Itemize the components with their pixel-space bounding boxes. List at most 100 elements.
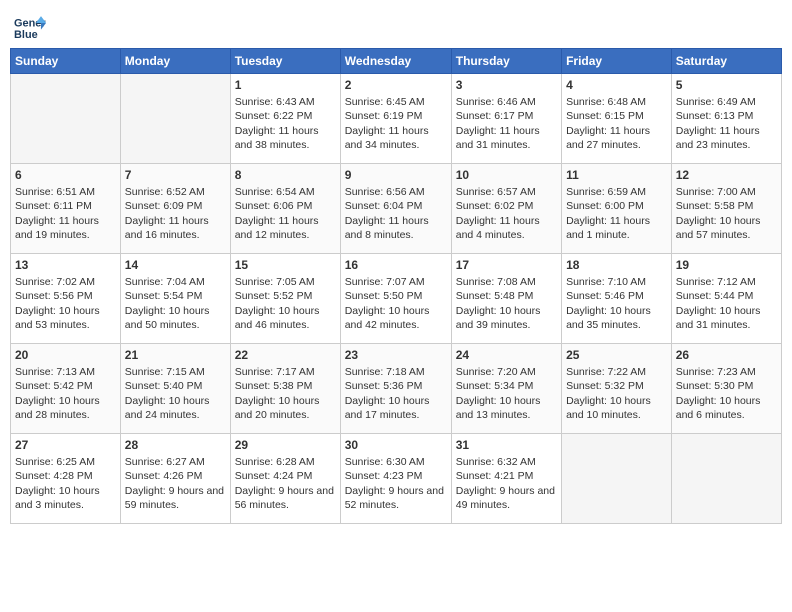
calendar-cell: 16Sunrise: 7:07 AM Sunset: 5:50 PM Dayli…	[340, 254, 451, 344]
day-detail: Sunrise: 6:56 AM Sunset: 6:04 PM Dayligh…	[345, 185, 447, 242]
day-number: 31	[456, 437, 557, 453]
day-detail: Sunrise: 7:17 AM Sunset: 5:38 PM Dayligh…	[235, 365, 336, 422]
day-detail: Sunrise: 6:57 AM Sunset: 6:02 PM Dayligh…	[456, 185, 557, 242]
calendar-cell: 3 Sunrise: 6:46 AM Sunset: 6:17 PM Daylig…	[451, 74, 561, 164]
day-detail: Sunrise: 7:08 AM Sunset: 5:48 PM Dayligh…	[456, 275, 557, 332]
calendar-cell: 11 Sunrise: 6:59 AM Sunset: 6:00 PM Dayli…	[562, 164, 672, 254]
calendar-cell: 20 Sunrise: 7:13 AM Sunset: 5:42 PM Dayli…	[11, 344, 121, 434]
weekday-header: Saturday	[671, 49, 781, 74]
calendar-cell: 17 Sunrise: 7:08 AM Sunset: 5:48 PM Dayli…	[451, 254, 561, 344]
day-number: 23	[345, 347, 447, 363]
day-detail: Sunrise: 7:20 AM Sunset: 5:34 PM Dayligh…	[456, 365, 557, 422]
day-detail: Sunrise: 7:02 AM Sunset: 5:56 PM Dayligh…	[15, 275, 116, 332]
day-number: 5	[676, 77, 777, 93]
day-number: 11	[566, 167, 667, 183]
calendar-week-row: 1 Sunrise: 6:43 AM Sunset: 6:22 PM Daylig…	[11, 74, 782, 164]
calendar-cell: 22 Sunrise: 7:17 AM Sunset: 5:38 PM Dayli…	[230, 344, 340, 434]
day-number: 24	[456, 347, 557, 363]
weekday-header-row: SundayMondayTuesdayWednesdayThursdayFrid…	[11, 49, 782, 74]
weekday-header: Friday	[562, 49, 672, 74]
calendar-cell: 2 Sunrise: 6:45 AM Sunset: 6:19 PM Daylig…	[340, 74, 451, 164]
day-detail: Sunrise: 6:54 AM Sunset: 6:06 PM Dayligh…	[235, 185, 336, 242]
calendar-cell: 28Sunrise: 6:27 AM Sunset: 4:26 PM Dayli…	[120, 434, 230, 524]
day-number: 4	[566, 77, 667, 93]
day-detail: Sunrise: 6:48 AM Sunset: 6:15 PM Dayligh…	[566, 95, 667, 152]
calendar-cell: 12Sunrise: 7:00 AM Sunset: 5:58 PM Dayli…	[671, 164, 781, 254]
calendar-cell: 15 Sunrise: 7:05 AM Sunset: 5:52 PM Dayli…	[230, 254, 340, 344]
weekday-header: Thursday	[451, 49, 561, 74]
calendar-week-row: 6 Sunrise: 6:51 AM Sunset: 6:11 PM Daylig…	[11, 164, 782, 254]
calendar-cell: 19 Sunrise: 7:12 AM Sunset: 5:44 PM Dayli…	[671, 254, 781, 344]
day-detail: Sunrise: 6:43 AM Sunset: 6:22 PM Dayligh…	[235, 95, 336, 152]
day-number: 22	[235, 347, 336, 363]
day-number: 16	[345, 257, 447, 273]
calendar-week-row: 27 Sunrise: 6:25 AM Sunset: 4:28 PM Dayli…	[11, 434, 782, 524]
day-detail: Sunrise: 6:27 AM Sunset: 4:26 PM Dayligh…	[125, 455, 226, 512]
day-detail: Sunrise: 6:32 AM Sunset: 4:21 PM Dayligh…	[456, 455, 557, 512]
day-detail: Sunrise: 6:49 AM Sunset: 6:13 PM Dayligh…	[676, 95, 777, 152]
day-number: 25	[566, 347, 667, 363]
calendar-cell	[562, 434, 672, 524]
day-number: 7	[125, 167, 226, 183]
weekday-header: Tuesday	[230, 49, 340, 74]
calendar-cell: 25 Sunrise: 7:22 AM Sunset: 5:32 PM Dayli…	[562, 344, 672, 434]
day-detail: Sunrise: 7:10 AM Sunset: 5:46 PM Dayligh…	[566, 275, 667, 332]
day-number: 29	[235, 437, 336, 453]
day-detail: Sunrise: 6:45 AM Sunset: 6:19 PM Dayligh…	[345, 95, 447, 152]
day-detail: Sunrise: 6:46 AM Sunset: 6:17 PM Dayligh…	[456, 95, 557, 152]
day-number: 12	[676, 167, 777, 183]
day-number: 18	[566, 257, 667, 273]
day-detail: Sunrise: 7:23 AM Sunset: 5:30 PM Dayligh…	[676, 365, 777, 422]
calendar-cell: 8 Sunrise: 6:54 AM Sunset: 6:06 PM Daylig…	[230, 164, 340, 254]
svg-text:Blue: Blue	[14, 29, 38, 41]
calendar-cell: 18 Sunrise: 7:10 AM Sunset: 5:46 PM Dayli…	[562, 254, 672, 344]
calendar-cell	[120, 74, 230, 164]
day-number: 10	[456, 167, 557, 183]
day-detail: Sunrise: 6:30 AM Sunset: 4:23 PM Dayligh…	[345, 455, 447, 512]
calendar-cell: 24 Sunrise: 7:20 AM Sunset: 5:34 PM Dayli…	[451, 344, 561, 434]
day-detail: Sunrise: 7:13 AM Sunset: 5:42 PM Dayligh…	[15, 365, 116, 422]
day-number: 9	[345, 167, 447, 183]
day-detail: Sunrise: 6:52 AM Sunset: 6:09 PM Dayligh…	[125, 185, 226, 242]
day-detail: Sunrise: 7:05 AM Sunset: 5:52 PM Dayligh…	[235, 275, 336, 332]
calendar-cell: 14 Sunrise: 7:04 AM Sunset: 5:54 PM Dayli…	[120, 254, 230, 344]
calendar-cell: 29 Sunrise: 6:28 AM Sunset: 4:24 PM Dayli…	[230, 434, 340, 524]
calendar-cell: 4 Sunrise: 6:48 AM Sunset: 6:15 PM Daylig…	[562, 74, 672, 164]
day-number: 3	[456, 77, 557, 93]
day-number: 17	[456, 257, 557, 273]
calendar-cell: 1 Sunrise: 6:43 AM Sunset: 6:22 PM Daylig…	[230, 74, 340, 164]
calendar-cell: 31 Sunrise: 6:32 AM Sunset: 4:21 PM Dayli…	[451, 434, 561, 524]
day-number: 30	[345, 437, 447, 453]
calendar-table: SundayMondayTuesdayWednesdayThursdayFrid…	[10, 48, 782, 524]
day-detail: Sunrise: 7:04 AM Sunset: 5:54 PM Dayligh…	[125, 275, 226, 332]
calendar-cell: 27 Sunrise: 6:25 AM Sunset: 4:28 PM Dayli…	[11, 434, 121, 524]
day-number: 8	[235, 167, 336, 183]
day-number: 20	[15, 347, 116, 363]
calendar-cell	[11, 74, 121, 164]
page-header: General Blue	[10, 10, 782, 42]
day-number: 13	[15, 257, 116, 273]
day-detail: Sunrise: 6:28 AM Sunset: 4:24 PM Dayligh…	[235, 455, 336, 512]
day-detail: Sunrise: 6:25 AM Sunset: 4:28 PM Dayligh…	[15, 455, 116, 512]
calendar-cell: 26Sunrise: 7:23 AM Sunset: 5:30 PM Dayli…	[671, 344, 781, 434]
day-detail: Sunrise: 7:22 AM Sunset: 5:32 PM Dayligh…	[566, 365, 667, 422]
day-detail: Sunrise: 7:12 AM Sunset: 5:44 PM Dayligh…	[676, 275, 777, 332]
day-number: 2	[345, 77, 447, 93]
day-number: 15	[235, 257, 336, 273]
day-detail: Sunrise: 6:51 AM Sunset: 6:11 PM Dayligh…	[15, 185, 116, 242]
calendar-cell: 5 Sunrise: 6:49 AM Sunset: 6:13 PM Daylig…	[671, 74, 781, 164]
weekday-header: Monday	[120, 49, 230, 74]
day-number: 19	[676, 257, 777, 273]
day-detail: Sunrise: 6:59 AM Sunset: 6:00 PM Dayligh…	[566, 185, 667, 242]
weekday-header: Wednesday	[340, 49, 451, 74]
day-number: 14	[125, 257, 226, 273]
day-number: 6	[15, 167, 116, 183]
calendar-cell: 30 Sunrise: 6:30 AM Sunset: 4:23 PM Dayli…	[340, 434, 451, 524]
calendar-cell: 9 Sunrise: 6:56 AM Sunset: 6:04 PM Daylig…	[340, 164, 451, 254]
day-number: 27	[15, 437, 116, 453]
day-detail: Sunrise: 7:18 AM Sunset: 5:36 PM Dayligh…	[345, 365, 447, 422]
calendar-cell: 10 Sunrise: 6:57 AM Sunset: 6:02 PM Dayli…	[451, 164, 561, 254]
day-number: 1	[235, 77, 336, 93]
day-number: 21	[125, 347, 226, 363]
calendar-cell	[671, 434, 781, 524]
